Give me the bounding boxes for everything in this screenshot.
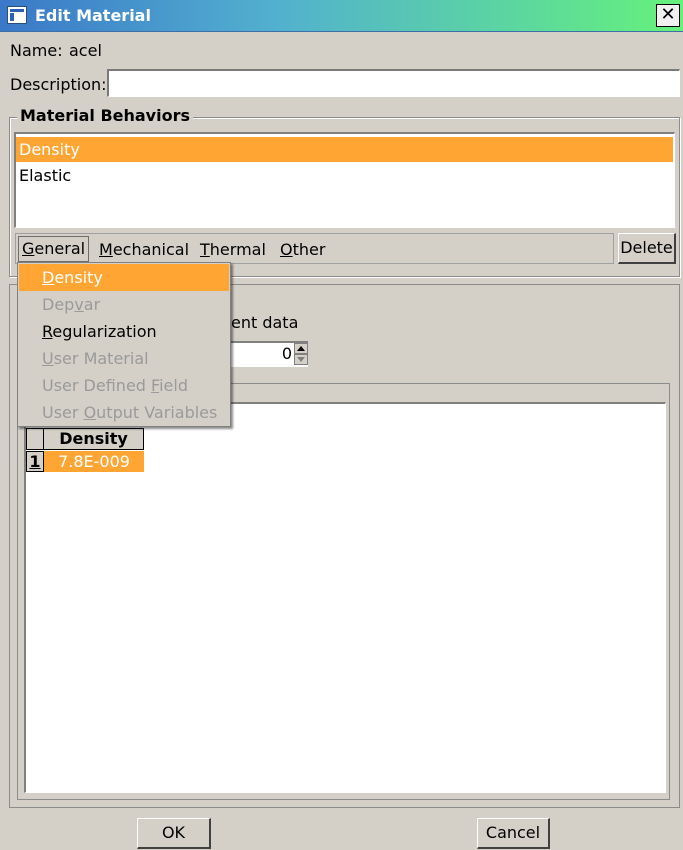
table-cell-density[interactable]: 7.8E-009 bbox=[44, 451, 144, 472]
close-icon[interactable]: ✕ bbox=[656, 4, 680, 27]
dd-user-material-post: ser Material bbox=[53, 349, 149, 368]
menu-thermal-label: hermal bbox=[209, 240, 266, 259]
menu-other-label: ther bbox=[292, 240, 326, 259]
spinner-down-icon[interactable] bbox=[294, 354, 308, 365]
table-corner-header bbox=[26, 428, 44, 450]
table-row-number[interactable]: 1 bbox=[26, 451, 44, 472]
dd-user-field-post: ield bbox=[159, 376, 188, 395]
dd-user-material-mnemonic: U bbox=[42, 349, 54, 368]
dd-density-mnemonic: D bbox=[42, 268, 55, 287]
table-header-density[interactable]: Density bbox=[44, 428, 144, 450]
field-variables-spinner[interactable]: 0 bbox=[226, 341, 308, 367]
dependent-data-label: ent data bbox=[231, 313, 299, 332]
menu-mechanical[interactable]: Mechanical bbox=[99, 240, 189, 259]
window-title: Edit Material bbox=[35, 6, 151, 25]
dd-density-post: ensity bbox=[54, 268, 103, 287]
dd-user-output-mnemonic: O bbox=[83, 403, 97, 422]
ok-button[interactable]: OK bbox=[137, 818, 211, 849]
behaviors-list[interactable]: Density Elastic bbox=[14, 132, 675, 228]
dd-regularization-mnemonic: R bbox=[42, 322, 53, 341]
name-value: acel bbox=[69, 41, 102, 60]
spinner-up-icon[interactable] bbox=[294, 343, 308, 354]
dropdown-item-user-material: User Material bbox=[19, 345, 229, 372]
name-label: Name: bbox=[10, 41, 63, 60]
menu-general[interactable]: General bbox=[18, 236, 90, 262]
dd-depvar-pre: Dep bbox=[42, 295, 75, 314]
dropdown-item-user-defined-field: User Defined Field bbox=[19, 372, 229, 399]
title-bar[interactable]: Edit Material ✕ bbox=[0, 0, 683, 32]
dropdown-item-user-output-variables: User Output Variables bbox=[19, 399, 229, 426]
dropdown-item-density[interactable]: Density bbox=[19, 264, 229, 291]
menu-mechanical-label: echanical bbox=[112, 240, 190, 259]
description-input[interactable] bbox=[107, 69, 680, 97]
menu-other-mnemonic: O bbox=[280, 240, 293, 259]
dd-user-field-pre: User Defined bbox=[42, 376, 152, 395]
dd-regularization-post: egularization bbox=[52, 322, 157, 341]
dropdown-item-depvar: Depvar bbox=[19, 291, 229, 318]
spinner-value: 0 bbox=[281, 344, 292, 363]
dd-user-output-pre: User bbox=[42, 403, 84, 422]
delete-button[interactable]: Delete bbox=[618, 233, 676, 264]
menu-other[interactable]: Other bbox=[280, 240, 325, 259]
dd-depvar-post: ar bbox=[83, 295, 101, 314]
dd-depvar-mnemonic: v bbox=[74, 295, 84, 314]
behavior-item-elastic[interactable]: Elastic bbox=[16, 163, 673, 188]
behavior-item-density[interactable]: Density bbox=[16, 137, 673, 162]
description-label: Description: bbox=[10, 75, 107, 94]
material-behaviors-title: Material Behaviors bbox=[17, 106, 193, 125]
dd-user-output-post: utput Variables bbox=[96, 403, 218, 422]
window-icon bbox=[7, 6, 27, 24]
menu-general-mnemonic: G bbox=[22, 239, 35, 258]
menu-thermal[interactable]: Thermal bbox=[200, 240, 266, 259]
general-dropdown-menu: Density Depvar Regularization User Mater… bbox=[17, 262, 231, 427]
menu-general-label: eneral bbox=[34, 239, 86, 258]
dd-user-field-mnemonic: F bbox=[151, 376, 160, 395]
dropdown-item-regularization[interactable]: Regularization bbox=[19, 318, 229, 345]
cancel-button[interactable]: Cancel bbox=[477, 818, 550, 849]
menu-thermal-mnemonic: T bbox=[200, 240, 210, 259]
menu-mechanical-mnemonic: M bbox=[99, 240, 113, 259]
